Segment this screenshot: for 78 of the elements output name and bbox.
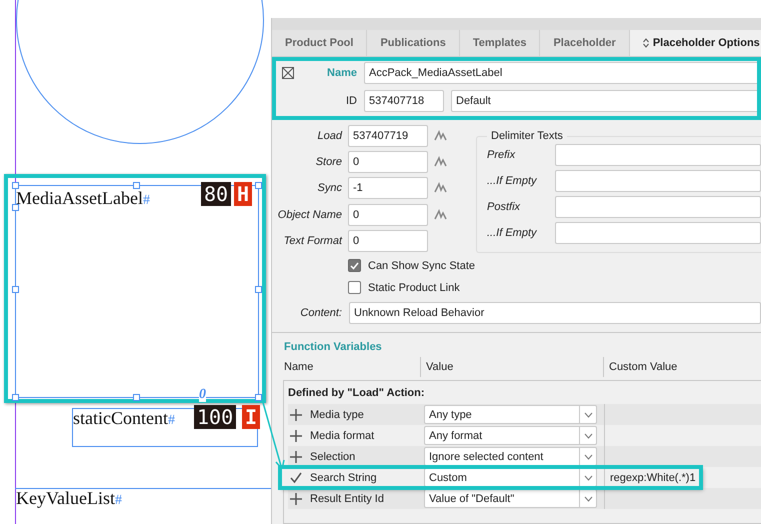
variable-name: Result Entity Id	[288, 492, 421, 504]
chevron-down-icon	[584, 432, 592, 438]
id-field[interactable]: 0	[348, 230, 428, 252]
checkbox[interactable]	[348, 259, 361, 272]
variable-name: Selection	[288, 450, 421, 462]
letter-badge: H	[234, 182, 252, 206]
id-field[interactable]: 537407718	[364, 90, 444, 112]
id-field[interactable]: -1	[348, 177, 428, 200]
link-icon[interactable]	[434, 208, 448, 221]
id-field[interactable]: 537407719	[348, 124, 428, 147]
id-label: ID	[345, 95, 357, 107]
field-label: ...If Empty	[487, 175, 538, 187]
frame-label: staticContent#	[73, 410, 175, 429]
field-label: Content:	[299, 307, 342, 319]
text-field[interactable]	[555, 170, 761, 192]
checkbox[interactable]	[348, 281, 361, 294]
resize-handle[interactable]	[133, 182, 140, 189]
link-icon[interactable]	[434, 182, 448, 194]
resize-handle[interactable]	[12, 204, 19, 211]
field-label: Object Name	[276, 208, 342, 221]
column-header: Value	[420, 357, 603, 377]
plus-icon[interactable]	[290, 430, 302, 442]
chevron-down-icon	[584, 496, 592, 502]
text-field[interactable]	[555, 196, 761, 218]
field-label: Sync	[316, 182, 342, 194]
sort-icon	[642, 38, 649, 48]
text-field[interactable]	[555, 144, 761, 166]
chevron-down-icon	[584, 454, 592, 460]
column-header: Name	[284, 360, 314, 375]
id-field[interactable]: 0	[348, 151, 428, 174]
resize-handle[interactable]	[133, 394, 140, 401]
value-dropdown[interactable]: Ignore selected content	[424, 447, 597, 466]
group-header: Defined by "Load" Action:	[288, 386, 426, 401]
value-dropdown[interactable]: Any format	[424, 426, 597, 445]
field-label: Prefix	[487, 149, 516, 161]
value-dropdown[interactable]: Custom	[424, 468, 597, 487]
chevron-down-icon	[584, 412, 592, 418]
frame-label: MediaAssetLabel#	[16, 190, 150, 209]
field-label: Postfix	[487, 201, 522, 213]
value-dropdown[interactable]: Any type	[424, 405, 597, 424]
field-label: Load	[316, 130, 342, 142]
frame-label: KeyValueList#	[16, 490, 122, 509]
group-title: Delimiter Texts	[490, 130, 564, 142]
value-dropdown[interactable]: Value of "Default"	[424, 489, 597, 508]
chevron-down-icon	[584, 474, 592, 480]
checkbox-label: Static Product Link	[368, 282, 460, 294]
variable-name: Search String	[288, 472, 421, 484]
section-title: Function Variables	[283, 340, 383, 353]
link-icon[interactable]	[434, 156, 448, 168]
resize-handle[interactable]	[12, 182, 19, 189]
text-field[interactable]	[555, 222, 761, 244]
checkbox-label: Can Show Sync State	[368, 260, 476, 272]
tab[interactable]: Placeholder Options	[630, 30, 761, 56]
variable-name: Media type	[288, 408, 421, 420]
link-icon[interactable]	[434, 130, 448, 142]
resize-handle[interactable]	[255, 394, 262, 401]
field-label: Store	[314, 156, 342, 168]
custom-value: regexp:White(.*)1	[604, 467, 701, 488]
name-label: Name	[326, 67, 357, 79]
field-label: Text Format	[282, 235, 342, 248]
resize-handle[interactable]	[255, 182, 262, 189]
number-badge: 80	[201, 182, 232, 206]
resize-handle[interactable]	[12, 394, 19, 401]
plus-icon[interactable]	[290, 408, 302, 420]
plus-icon[interactable]	[290, 492, 302, 504]
number-badge: 100	[194, 405, 236, 429]
variable-name: Media format	[288, 430, 421, 442]
content-field[interactable]: Unknown Reload Behavior	[349, 302, 761, 324]
field-label: ...If Empty	[487, 227, 538, 239]
resize-handle[interactable]	[255, 286, 262, 293]
column-header: Custom Value	[603, 357, 761, 377]
placeholder-icon	[282, 67, 294, 79]
plus-icon[interactable]	[290, 450, 302, 462]
resize-handle[interactable]	[12, 286, 19, 293]
letter-badge: I	[242, 405, 260, 429]
id-field[interactable]: 0	[348, 204, 428, 226]
check-icon[interactable]	[290, 472, 302, 484]
overset-marker: 0	[199, 388, 206, 402]
